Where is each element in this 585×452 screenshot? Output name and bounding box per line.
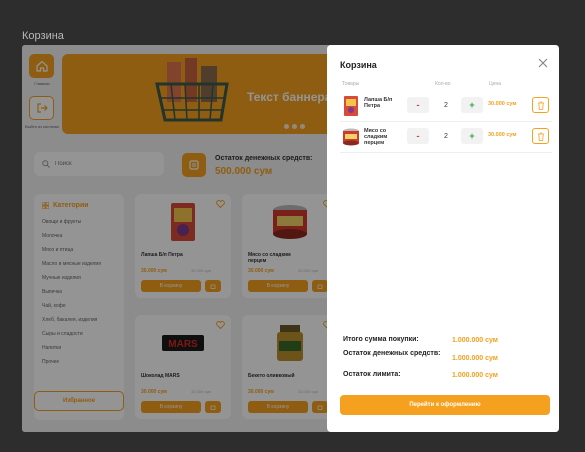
limit-value: 1.000.000 сум	[452, 372, 498, 379]
decrease-qty-button[interactable]: -	[407, 97, 429, 113]
cart-item-name: Мясо со сладким перцем	[364, 128, 388, 146]
balance-summary-value: 1.000.000 сум	[452, 355, 498, 362]
limit-label: Остаток лимита:	[343, 371, 401, 378]
balance-summary-label: Остаток денежных средств:	[343, 350, 441, 357]
column-header-qty: Кол-во	[435, 81, 451, 87]
qty-value[interactable]: 2	[434, 97, 458, 113]
cart-item-name: Лапша Б/п Петра	[364, 97, 393, 109]
increase-qty-button[interactable]: +	[461, 97, 483, 113]
qty-value[interactable]: 2	[434, 128, 458, 144]
decrease-qty-button[interactable]: -	[407, 128, 429, 144]
modal-title: Корзина	[340, 60, 377, 70]
meat-can-image	[343, 128, 359, 146]
row-divider	[340, 121, 552, 122]
noodle-pack-image	[344, 96, 358, 116]
close-icon[interactable]	[537, 57, 549, 69]
frame-title: Корзина	[22, 30, 64, 42]
row-divider	[340, 152, 552, 153]
checkout-button[interactable]: Перейти к оформлению	[340, 395, 550, 415]
increase-qty-button[interactable]: +	[461, 128, 483, 144]
cart-row: Лапша Б/п Петра - 2 + 30.000 сум	[340, 93, 552, 121]
trash-icon	[537, 132, 544, 141]
cart-row: Мясо со сладким перцем - 2 + 30.000 сум	[340, 124, 552, 152]
column-header-price: Цена	[489, 81, 502, 87]
trash-icon	[537, 101, 544, 110]
cart-item-price: 30.000 сум	[488, 132, 517, 138]
remove-item-button[interactable]	[532, 97, 549, 113]
column-header-product: Товары	[342, 81, 360, 87]
cart-item-price: 30.000 сум	[488, 101, 517, 107]
cart-modal: Корзина Товары Кол-во Цена Лапша Б/п Пет…	[327, 45, 559, 432]
total-value: 1.000.000 сум	[452, 337, 498, 344]
total-label: Итого сумма покупки:	[343, 336, 419, 343]
remove-item-button[interactable]	[532, 128, 549, 144]
